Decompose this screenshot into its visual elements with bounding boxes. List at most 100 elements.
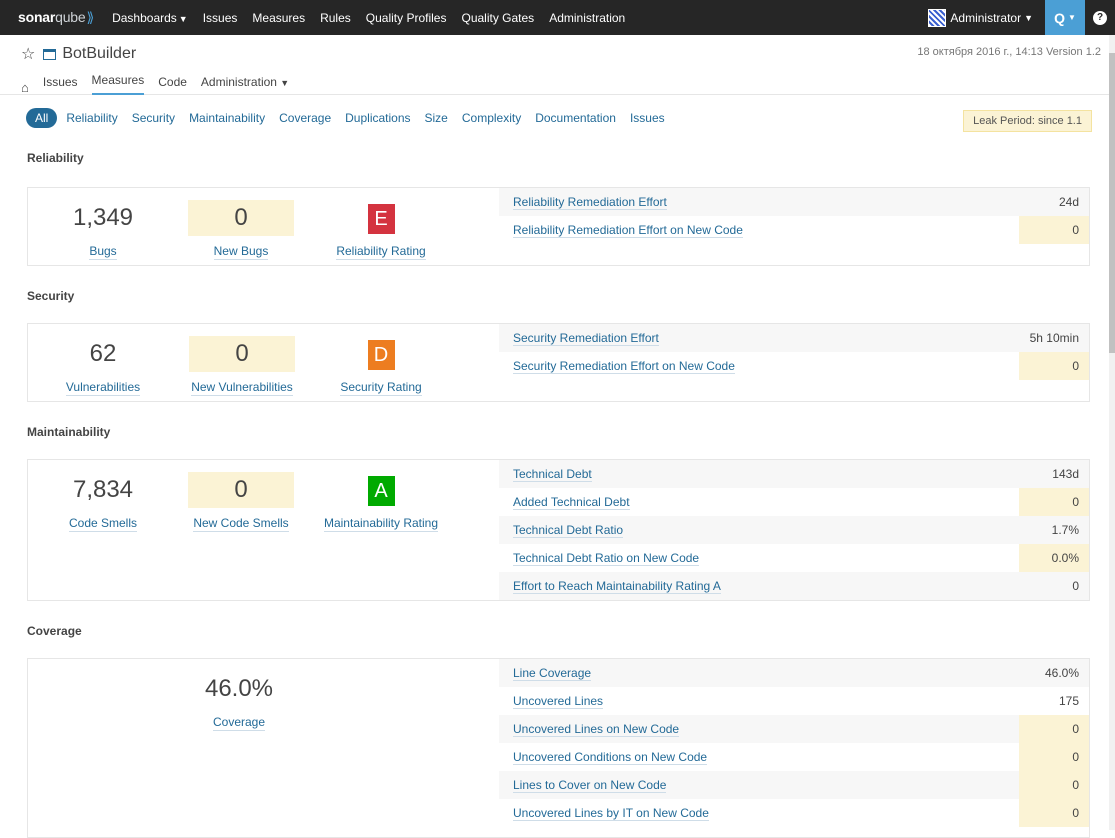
table-row: Uncovered Lines on New Code 0	[499, 715, 1089, 743]
table-row: Technical Debt 143d	[499, 460, 1089, 488]
logo-swoosh-icon: ⟫	[86, 9, 95, 25]
user-menu[interactable]: Administrator ▼	[928, 8, 1033, 27]
nav-rules[interactable]: Rules	[320, 11, 351, 25]
measure-value: 0	[1072, 579, 1079, 593]
measure-link[interactable]: Lines to Cover on New Code	[513, 778, 667, 793]
filter-documentation[interactable]: Documentation	[535, 111, 616, 125]
leak-period-badge: Leak Period: since 1.1	[963, 110, 1092, 132]
measure-link[interactable]: Reliability Remediation Effort	[513, 195, 667, 210]
measure-value: 175	[1058, 694, 1079, 708]
filter-complexity[interactable]: Complexity	[462, 111, 521, 125]
analysis-meta: 18 октября 2016 г., 14:13 Version 1.2	[917, 46, 1101, 58]
page-scrollbar[interactable]	[1109, 35, 1115, 830]
scrollbar-thumb[interactable]	[1109, 53, 1115, 353]
metric-link-maintainability-rating[interactable]: Maintainability Rating	[323, 516, 439, 532]
filter-maintainability[interactable]: Maintainability	[189, 111, 265, 125]
project-subnav: ⌂ Issues Measures Code Administration ▼	[21, 73, 303, 95]
measure-link[interactable]: Line Coverage	[513, 666, 592, 681]
rating-badge: A	[367, 476, 395, 506]
sonarqube-logo[interactable]: sonarqube⟫	[18, 9, 94, 26]
metric-value: 1,349	[72, 204, 134, 231]
table-row: Technical Debt Ratio 1.7%	[499, 516, 1089, 544]
measure-link[interactable]: Technical Debt Ratio on New Code	[513, 551, 700, 566]
metric-bugs: 1,349 Bugs	[48, 200, 158, 260]
card-security: 62 Vulnerabilities 0 New Vulnerabilities…	[27, 323, 1090, 402]
filter-duplications[interactable]: Duplications	[345, 111, 410, 125]
section-title-reliability: Reliability	[27, 151, 84, 165]
measure-value: 0.0%	[1019, 544, 1089, 572]
project-header: ☆ BotBuilder 18 октября 2016 г., 14:13 V…	[0, 35, 1115, 95]
nav-quality-gates[interactable]: Quality Gates	[461, 11, 534, 25]
filter-security[interactable]: Security	[132, 111, 175, 125]
tab-measures[interactable]: Measures	[91, 73, 145, 95]
measure-link[interactable]: Security Remediation Effort	[513, 331, 659, 346]
project-icon	[43, 48, 57, 60]
metric-link-new-code-smells[interactable]: New Code Smells	[193, 516, 289, 532]
measure-link[interactable]: Uncovered Conditions on New Code	[513, 750, 708, 765]
measure-link[interactable]: Uncovered Lines	[513, 694, 604, 709]
measure-link[interactable]: Uncovered Lines on New Code	[513, 722, 680, 737]
filter-all[interactable]: All	[26, 108, 58, 128]
measure-link[interactable]: Effort to Reach Maintainability Rating A	[513, 579, 721, 594]
measure-value: 143d	[1052, 467, 1079, 481]
metric-link-reliability-rating[interactable]: Reliability Rating	[336, 244, 426, 260]
filter-size[interactable]: Size	[425, 111, 448, 125]
metric-value: 0	[188, 472, 294, 508]
avatar	[928, 8, 947, 27]
tab-administration[interactable]: Administration ▼	[201, 75, 289, 95]
caret-down-icon: ▼	[1024, 12, 1033, 23]
nav-dashboards[interactable]: Dashboards ▼	[112, 11, 188, 25]
metric-value: 0	[188, 200, 294, 236]
measure-value: 24d	[1058, 195, 1079, 209]
rating-badge: D	[367, 340, 395, 370]
filter-reliability[interactable]: Reliability	[66, 111, 117, 125]
metric-link-coverage[interactable]: Coverage	[212, 715, 266, 731]
measure-value: 0	[1019, 488, 1089, 516]
measure-link[interactable]: Technical Debt	[513, 467, 592, 482]
help-button[interactable]: ?	[1085, 0, 1115, 35]
measure-value: 0	[1019, 216, 1089, 244]
search-icon: Q	[1054, 9, 1065, 26]
metric-link-security-rating[interactable]: Security Rating	[340, 380, 422, 396]
caret-down-icon: ▼	[1067, 13, 1076, 22]
metric-link-new-vulnerabilities[interactable]: New Vulnerabilities	[191, 380, 293, 396]
logo-text-light: qube	[55, 9, 86, 25]
metric-link-new-bugs[interactable]: New Bugs	[213, 244, 269, 260]
measure-value: 0	[1019, 715, 1089, 743]
metric-value: 62	[89, 340, 117, 367]
measure-value: 46.0%	[1044, 666, 1079, 680]
nav-quality-profiles[interactable]: Quality Profiles	[366, 11, 447, 25]
metric-reliability-rating: E Reliability Rating	[326, 200, 436, 260]
metric-value: 46.0%	[204, 675, 274, 702]
nav-measures[interactable]: Measures	[252, 11, 305, 25]
measure-value: 0	[1019, 352, 1089, 380]
metric-security-rating: D Security Rating	[326, 336, 436, 396]
measure-value: 0	[1019, 743, 1089, 771]
filter-issues[interactable]: Issues	[630, 111, 665, 125]
metric-link-bugs[interactable]: Bugs	[89, 244, 117, 260]
measure-link[interactable]: Security Remediation Effort on New Code	[513, 359, 735, 374]
table-row: Line Coverage 46.0%	[499, 659, 1089, 687]
tab-code[interactable]: Code	[158, 75, 187, 95]
measure-link[interactable]: Added Technical Debt	[513, 495, 630, 510]
measure-link[interactable]: Reliability Remediation Effort on New Co…	[513, 223, 743, 238]
metric-link-vulnerabilities[interactable]: Vulnerabilities	[65, 380, 141, 396]
metric-link-code-smells[interactable]: Code Smells	[68, 516, 138, 532]
help-icon: ?	[1093, 10, 1107, 25]
nav-issues[interactable]: Issues	[203, 11, 238, 25]
home-icon[interactable]: ⌂	[21, 80, 29, 95]
favorite-star-icon[interactable]: ☆	[21, 44, 35, 64]
tab-issues[interactable]: Issues	[43, 75, 78, 95]
measure-link[interactable]: Technical Debt Ratio	[513, 523, 624, 538]
nav-administration[interactable]: Administration	[549, 11, 625, 25]
search-button[interactable]: Q ▼	[1045, 0, 1085, 35]
table-row: Effort to Reach Maintainability Rating A…	[499, 572, 1089, 600]
measure-link[interactable]: Uncovered Lines by IT on New Code	[513, 806, 709, 821]
table-row: Added Technical Debt 0	[499, 488, 1089, 516]
domain-filters: All Reliability Security Maintainability…	[26, 108, 679, 128]
filter-coverage[interactable]: Coverage	[279, 111, 331, 125]
caret-down-icon: ▼	[280, 78, 290, 88]
metric-new-vulnerabilities: 0 New Vulnerabilities	[186, 336, 298, 396]
metric-maintainability-rating: A Maintainability Rating	[316, 472, 446, 532]
project-name[interactable]: BotBuilder	[62, 45, 136, 63]
